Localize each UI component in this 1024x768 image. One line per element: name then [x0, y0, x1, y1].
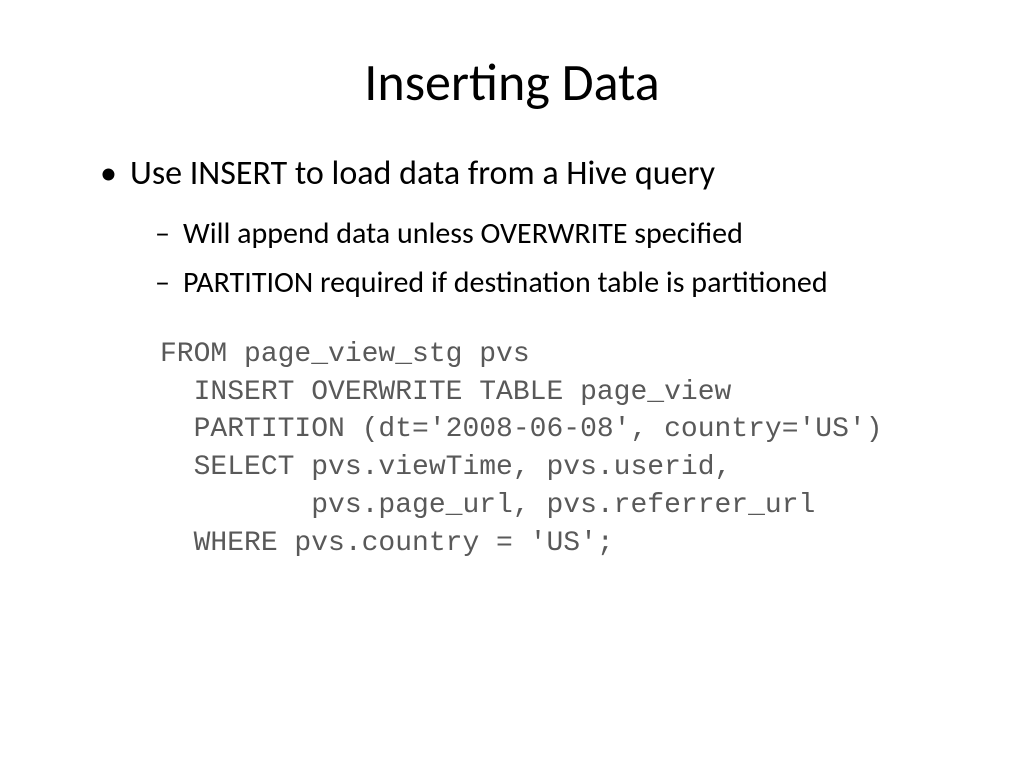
code-line-5: pvs.page_url, pvs.referrer_url: [160, 490, 815, 521]
code-line-4: SELECT pvs.viewTime, pvs.userid,: [160, 452, 731, 483]
code-line-1: FROM page_view_stg pvs: [160, 339, 530, 370]
bullet-main: Use INSERT to load data from a Hive quer…: [100, 154, 974, 195]
bullet-sub-2: PARTITION required if destination table …: [155, 264, 974, 302]
bullet-main-text: Use INSERT to load data from a Hive quer…: [130, 153, 715, 194]
code-block: FROM page_view_stg pvs INSERT OVERWRITE …: [160, 336, 974, 563]
slide-title: Inserting Data: [50, 50, 974, 114]
code-line-2: INSERT OVERWRITE TABLE page_view: [160, 377, 731, 408]
bullet-sub-2-text: PARTITION required if destination table …: [183, 264, 828, 301]
code-line-3: PARTITION (dt='2008-06-08', country='US'…: [160, 414, 883, 445]
slide-container: Inserting Data Use INSERT to load data f…: [0, 0, 1024, 768]
bullet-sub-1-text: Will append data unless OVERWRITE specif…: [183, 215, 743, 252]
code-line-6: WHERE pvs.country = 'US';: [160, 528, 614, 559]
bullet-sub-1: Will append data unless OVERWRITE specif…: [155, 215, 974, 253]
